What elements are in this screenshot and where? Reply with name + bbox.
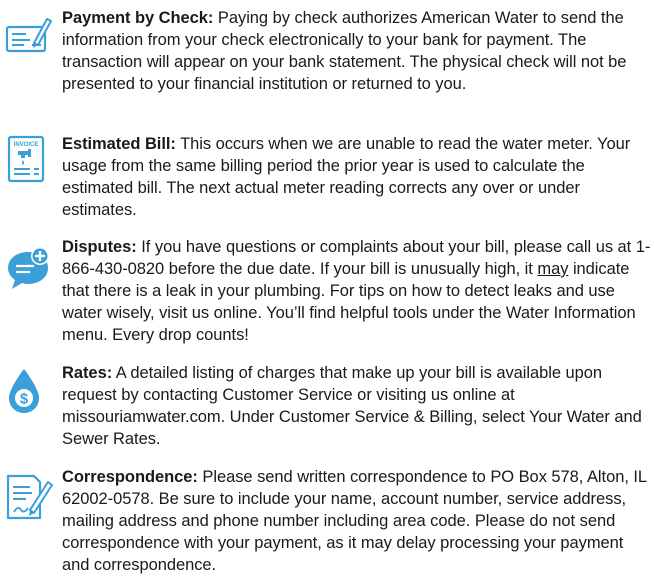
chat-bubble-icon (4, 244, 54, 294)
section-text: Estimated Bill: This occurs when we are … (62, 133, 652, 221)
section-body: A detailed listing of charges that make … (62, 364, 642, 448)
section-heading: Rates: (62, 364, 113, 382)
section-text: Rates: A detailed listing of charges tha… (62, 362, 652, 450)
invoice-icon-label: INVOICE (14, 142, 39, 148)
section-text: Disputes: If you have questions or compl… (62, 236, 652, 346)
check-icon (4, 13, 54, 63)
section-body-underlined: may (537, 260, 569, 278)
dollar-sign-label: $ (20, 391, 29, 408)
section-heading: Correspondence: (62, 468, 198, 486)
water-drop-dollar-icon: $ (4, 366, 54, 416)
section-text: Payment by Check: Paying by check author… (62, 7, 652, 95)
section-text: Correspondence: Please send written corr… (62, 466, 652, 576)
section-heading: Payment by Check: (62, 9, 214, 27)
invoice-icon: INVOICE (4, 135, 54, 185)
section-heading: Estimated Bill: (62, 135, 176, 153)
section-heading: Disputes: (62, 238, 137, 256)
document-pen-icon (4, 472, 54, 522)
billing-info-page: Payment by Check: Paying by check author… (0, 0, 654, 577)
